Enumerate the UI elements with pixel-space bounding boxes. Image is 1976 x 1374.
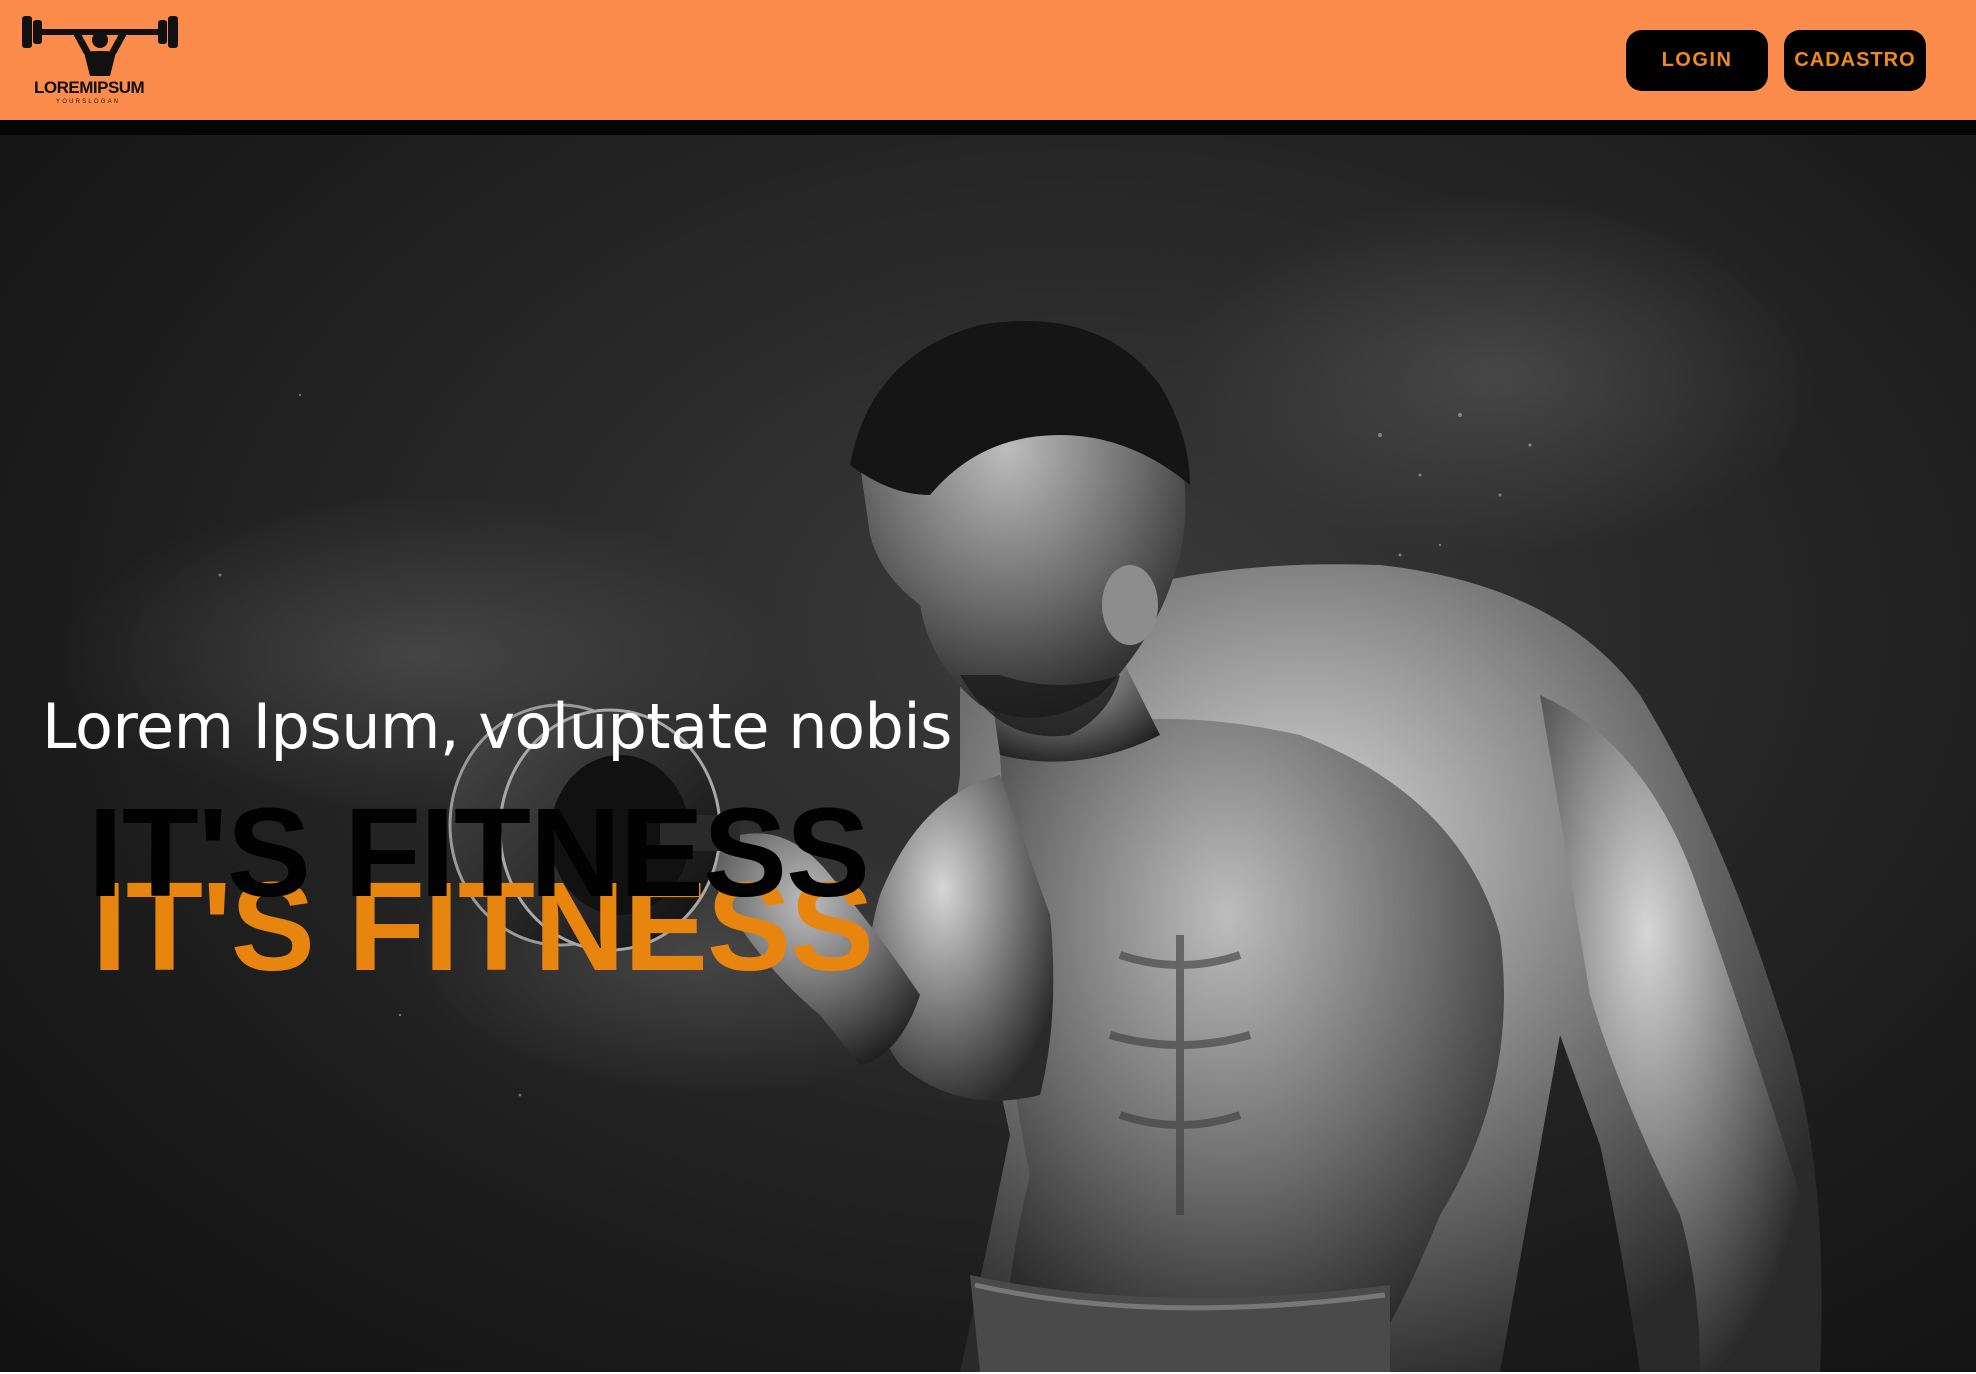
logo-slogan: YOURSLOGAN — [56, 99, 121, 105]
header-divider — [0, 120, 1976, 135]
brand-logo[interactable]: LOREMIPSUM YOURSLOGAN — [20, 10, 180, 110]
hero-subtitle: Lorem Ipsum, voluptate nobis — [42, 690, 952, 763]
top-header: LOREMIPSUM YOURSLOGAN LOGIN CADASTRO — [0, 0, 1976, 120]
logo-text: LOREMIPSUM — [34, 78, 145, 97]
hero-section: Lorem Ipsum, voluptate nobis — [0, 135, 1976, 1372]
hero-title-black: IT'S FITNESS — [88, 782, 870, 923]
login-button[interactable]: LOGIN — [1626, 30, 1768, 91]
signup-button[interactable]: CADASTRO — [1784, 30, 1926, 91]
